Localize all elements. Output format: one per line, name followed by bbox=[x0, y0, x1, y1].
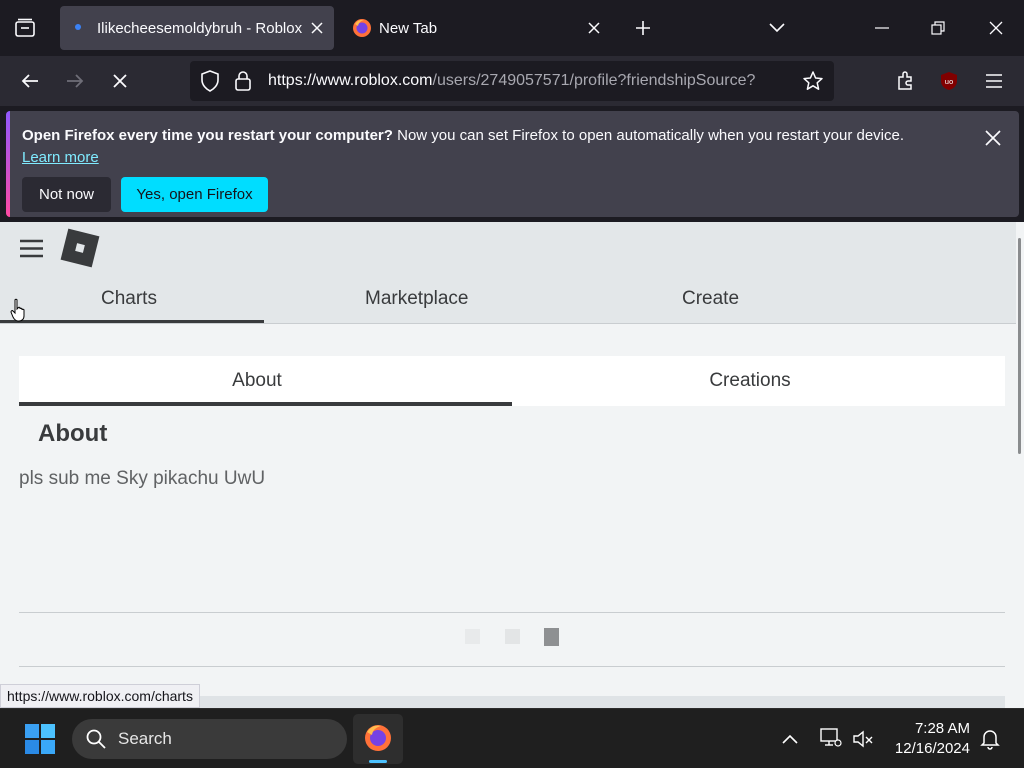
notification-message: Open Firefox every time you restart your… bbox=[22, 127, 904, 144]
page-content: Charts Marketplace Create About Creation… bbox=[0, 222, 1024, 708]
status-link-preview: https://www.roblox.com/charts bbox=[0, 684, 200, 708]
bookmark-star-icon[interactable] bbox=[802, 70, 824, 97]
windows-taskbar: Search 7:28 AM 12/16/2024 bbox=[0, 708, 1024, 768]
notification-bold-text: Open Firefox every time you restart your… bbox=[22, 127, 393, 144]
active-nav-indicator bbox=[0, 320, 264, 323]
tab-creations[interactable]: Creations bbox=[512, 356, 988, 406]
nav-marketplace-link[interactable]: Marketplace bbox=[365, 288, 469, 310]
firefox-icon bbox=[352, 18, 372, 42]
list-all-tabs-icon[interactable] bbox=[752, 0, 802, 56]
roblox-logo-icon[interactable] bbox=[60, 228, 100, 273]
tracking-protection-shield-icon[interactable] bbox=[200, 70, 220, 97]
restore-icon[interactable] bbox=[910, 0, 966, 56]
mouse-cursor-hand-icon bbox=[10, 298, 28, 327]
navigation-toolbar: https://www.roblox.com/users/2749057571/… bbox=[0, 56, 1024, 106]
forward-icon[interactable] bbox=[58, 64, 92, 98]
svg-text:uo: uo bbox=[945, 78, 954, 86]
running-indicator bbox=[369, 760, 387, 763]
app-menu-icon[interactable] bbox=[977, 64, 1011, 98]
ublock-origin-icon[interactable]: uo bbox=[932, 64, 966, 98]
url-host: https://www.roblox.com bbox=[268, 72, 433, 89]
active-tab-indicator bbox=[19, 402, 512, 406]
nav-charts-link[interactable]: Charts bbox=[101, 288, 157, 310]
back-icon[interactable] bbox=[13, 64, 47, 98]
not-now-button[interactable]: Not now bbox=[22, 177, 111, 212]
yes-open-firefox-button[interactable]: Yes, open Firefox bbox=[121, 177, 268, 212]
scrollbar[interactable] bbox=[1016, 222, 1024, 708]
tab-loading-icon bbox=[75, 24, 81, 30]
profile-tabs: About Creations bbox=[19, 356, 1005, 406]
tab-title: New Tab bbox=[379, 20, 438, 37]
divider bbox=[19, 612, 1005, 613]
learn-more-link[interactable]: Learn more bbox=[22, 149, 99, 166]
stop-icon[interactable] bbox=[103, 64, 137, 98]
url-path: /users/2749057571/profile?friendshipSour… bbox=[432, 72, 756, 89]
tab-overview-icon[interactable] bbox=[0, 0, 50, 56]
minimize-icon[interactable] bbox=[854, 0, 910, 56]
url-text[interactable]: https://www.roblox.com/users/2749057571/… bbox=[268, 72, 796, 90]
show-hidden-icons-chevron-icon[interactable] bbox=[782, 731, 798, 749]
loading-dot bbox=[544, 628, 559, 646]
clock-date[interactable]: 12/16/2024 bbox=[880, 740, 970, 757]
lock-icon[interactable] bbox=[234, 70, 252, 97]
tab-roblox-profile[interactable]: Ilikecheesemoldybruh - Roblox bbox=[60, 6, 334, 50]
extensions-icon[interactable] bbox=[888, 64, 922, 98]
volume-muted-icon[interactable] bbox=[852, 729, 874, 754]
hamburger-menu-icon[interactable] bbox=[19, 239, 44, 263]
search-label: Search bbox=[118, 729, 172, 748]
new-tab-icon[interactable] bbox=[620, 0, 666, 56]
taskbar-search-box[interactable]: Search bbox=[72, 719, 347, 759]
firefox-icon bbox=[363, 723, 393, 758]
windows-start-icon[interactable] bbox=[25, 724, 55, 759]
loading-dot bbox=[465, 629, 480, 644]
tab-strip: Ilikecheesemoldybruh - Roblox New Tab bbox=[0, 0, 1024, 56]
tab-about[interactable]: About bbox=[19, 356, 495, 406]
close-window-icon[interactable] bbox=[968, 0, 1024, 56]
close-tab-icon[interactable] bbox=[306, 17, 328, 39]
taskbar-firefox-button[interactable] bbox=[353, 714, 403, 764]
divider bbox=[19, 666, 1005, 667]
notifications-bell-icon[interactable] bbox=[980, 728, 1000, 755]
tab-title: Ilikecheesemoldybruh - Roblox bbox=[97, 20, 303, 37]
clock-time[interactable]: 7:28 AM bbox=[890, 720, 970, 737]
notification-accent bbox=[6, 111, 10, 217]
default-browser-notification: Open Firefox every time you restart your… bbox=[6, 111, 1019, 217]
scrollbar-thumb[interactable] bbox=[1018, 238, 1021, 454]
about-heading: About bbox=[38, 420, 108, 447]
notification-body-text: Now you can set Firefox to open automati… bbox=[392, 127, 905, 144]
about-description: pls sub me Sky pikachu UwU bbox=[19, 468, 266, 489]
nav-create-link[interactable]: Create bbox=[682, 288, 739, 310]
tab-new-tab[interactable]: New Tab bbox=[340, 6, 614, 50]
network-icon[interactable] bbox=[820, 728, 842, 753]
close-notification-icon[interactable] bbox=[978, 123, 1008, 153]
close-tab-icon[interactable] bbox=[583, 17, 605, 39]
roblox-header: Charts Marketplace Create bbox=[0, 222, 1016, 324]
search-icon bbox=[86, 729, 106, 754]
url-bar[interactable]: https://www.roblox.com/users/2749057571/… bbox=[190, 61, 834, 101]
loading-dot bbox=[505, 629, 520, 644]
